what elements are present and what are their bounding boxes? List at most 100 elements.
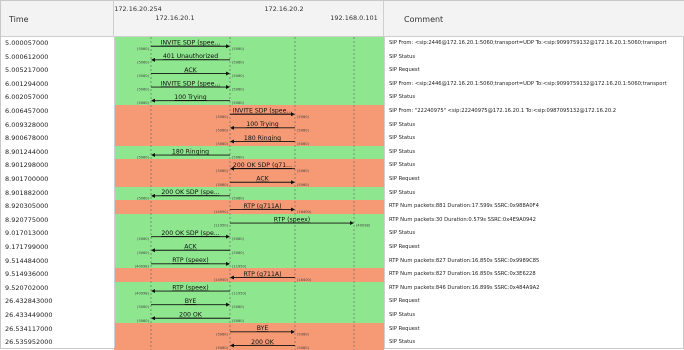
source-port-label: (5060) bbox=[216, 115, 229, 119]
time-cell: 9.520702000 bbox=[5, 283, 49, 292]
comment-column-header[interactable]: Comment bbox=[384, 1, 684, 37]
message-label: INVITE SDP (spee... bbox=[233, 108, 293, 115]
flow-column-header[interactable]: 172.16.20.254 172.16.20.1 172.16.20.2 19… bbox=[114, 1, 384, 37]
source-port-label: (5060) bbox=[297, 346, 310, 350]
destination-port-label: (5060) bbox=[137, 196, 150, 200]
time-cell: 6.006457000 bbox=[5, 107, 49, 115]
host-label-2: 172.16.20.1 bbox=[155, 14, 195, 22]
arrow-head-icon bbox=[226, 85, 230, 90]
column-divider[interactable] bbox=[114, 37, 115, 348]
host-label-1: 172.16.20.254 bbox=[114, 5, 162, 13]
flow-arrow[interactable]: RTP (speex) (11950) (40098) bbox=[214, 216, 371, 227]
time-cell: 9.017013000 bbox=[5, 229, 49, 238]
source-port-label: (5060) bbox=[232, 156, 245, 160]
flow-arrow[interactable]: INVITE SDP (spee... (5060) (5060) bbox=[137, 40, 245, 51]
time-cell: 26.433449000 bbox=[5, 311, 53, 319]
destination-port-label: (40098) bbox=[135, 292, 150, 296]
source-port-label: (5060) bbox=[137, 305, 150, 309]
time-cell: 26.432843000 bbox=[5, 297, 53, 306]
comment-cell: SIP Request bbox=[389, 298, 420, 305]
time-cell: 8.901700000 bbox=[5, 175, 49, 183]
time-cell: 8.920775000 bbox=[5, 215, 49, 224]
comment-cell: SIP From: <sip:2446@172.16.20.1:5060;tra… bbox=[389, 80, 667, 87]
destination-port-label: (5060) bbox=[232, 47, 245, 51]
source-port-label: (5060) bbox=[137, 88, 150, 92]
time-cell: 6.001294000 bbox=[5, 79, 49, 88]
comment-cell: SIP Status bbox=[389, 121, 416, 128]
comment-cell: RTP Num packets:827 Duration:16.850s SSR… bbox=[389, 257, 540, 264]
comment-cell: SIP From: <sip:2446@172.16.20.1:5060;tra… bbox=[389, 40, 667, 46]
comment-cell: SIP Status bbox=[389, 339, 416, 346]
flow-arrow[interactable]: 200 OK (5060) (5060) bbox=[137, 312, 245, 323]
flow-arrow[interactable]: INVITE SDP (spee... (5060) (5060) bbox=[137, 80, 245, 91]
comment-cell: RTP Num packets:846 Duration:16.899s SSR… bbox=[389, 284, 540, 291]
source-port-label: (5060) bbox=[232, 60, 245, 64]
message-label: 200 OK SDP (g71... bbox=[233, 162, 292, 169]
destination-port-label: (5060) bbox=[216, 169, 229, 173]
message-label: 200 OK bbox=[251, 339, 275, 346]
arrow-head-icon bbox=[350, 221, 354, 226]
flow-arrow[interactable]: 401 Unauthorized (5060) (5060) bbox=[137, 53, 245, 64]
column-divider[interactable] bbox=[384, 37, 385, 348]
comment-cell: SIP From: "22240975" <sip:22240975@172.1… bbox=[389, 108, 617, 114]
comment-cell: SIP Status bbox=[389, 94, 416, 101]
message-label: RTP (speex) bbox=[274, 216, 310, 223]
destination-port-label: (5060) bbox=[137, 319, 150, 323]
time-column-header[interactable]: Time bbox=[1, 1, 114, 37]
time-cell: 8.901244000 bbox=[5, 147, 49, 156]
message-label: ACK bbox=[256, 176, 269, 183]
arrow-head-icon bbox=[226, 71, 230, 76]
flow-arrow[interactable]: ACK (5060) (5060) bbox=[137, 244, 245, 255]
arrow-head-icon bbox=[151, 98, 155, 103]
destination-port-label: (5060) bbox=[297, 183, 310, 187]
time-cell: 5.005217000 bbox=[5, 66, 49, 75]
flow-arrow[interactable]: 100 Trying (5060) (5060) bbox=[137, 94, 245, 105]
flow-arrow[interactable]: 200 OK (5060) (5060) bbox=[216, 339, 310, 350]
flow-arrow[interactable]: 180 Ringing (5060) (5060) bbox=[216, 135, 310, 146]
comment-cell: RTP Num packets:30 Duration:0.579s SSRC:… bbox=[389, 216, 536, 223]
time-cell: 8.901298000 bbox=[5, 161, 49, 170]
message-label: 180 Ringing bbox=[244, 135, 281, 142]
arrow-head-icon bbox=[151, 193, 155, 198]
time-cell: 8.901882000 bbox=[5, 188, 49, 197]
message-label: RTP (g711A) bbox=[243, 271, 281, 278]
time-cell: 26.534117000 bbox=[5, 324, 53, 333]
flow-arrow[interactable]: 200 OK SDP (spe... (5060) (5060) bbox=[137, 189, 245, 200]
comment-cell: SIP Request bbox=[389, 325, 420, 332]
destination-port-label: (5060) bbox=[216, 346, 229, 350]
message-label: BYE bbox=[185, 298, 197, 305]
flow-arrow[interactable]: ACK (5060) (5060) bbox=[137, 67, 245, 78]
time-cell: 5.000612000 bbox=[5, 52, 49, 61]
message-label: ACK bbox=[184, 67, 197, 74]
arrow-head-icon bbox=[226, 261, 230, 266]
time-cell: 6.009328000 bbox=[5, 120, 49, 129]
source-port-label: (5060) bbox=[232, 251, 245, 255]
flow-arrow[interactable]: 200 OK SDP (g71... (5060) (5060) bbox=[216, 162, 310, 173]
message-label: RTP (speex) bbox=[172, 284, 208, 291]
arrow-head-icon bbox=[291, 180, 295, 185]
destination-port-label: (11950) bbox=[232, 264, 247, 268]
destination-port-label: (5060) bbox=[216, 128, 229, 132]
destination-port-label: (5060) bbox=[232, 88, 245, 92]
message-label: 200 OK SDP (spe... bbox=[161, 230, 219, 237]
source-port-label: (11950) bbox=[214, 224, 229, 228]
flow-arrow[interactable]: RTP (g711A) (14950) (16400) bbox=[214, 203, 312, 214]
message-label: 401 Unauthorized bbox=[163, 53, 218, 60]
arrow-head-icon bbox=[226, 44, 230, 49]
comment-cell: SIP Status bbox=[389, 230, 416, 237]
time-cell: 5.000057000 bbox=[5, 39, 49, 47]
comment-cell: RTP Num packets:827 Duration:16.850s SSR… bbox=[389, 271, 536, 278]
flow-arrow[interactable]: 180 Ringing (5060) (5060) bbox=[137, 148, 245, 159]
flow-arrow[interactable]: 200 OK SDP (spe... (5060) (5060) bbox=[137, 230, 245, 241]
destination-port-label: (5060) bbox=[297, 332, 310, 336]
source-port-label: (5060) bbox=[137, 74, 150, 78]
arrow-head-icon bbox=[226, 234, 230, 239]
destination-port-label: (5060) bbox=[137, 156, 150, 160]
message-label: 200 OK bbox=[179, 312, 203, 319]
arrow-head-icon bbox=[230, 139, 234, 144]
flow-arrow[interactable]: BYE (5060) (5060) bbox=[137, 298, 245, 309]
comment-cell: SIP Status bbox=[389, 312, 416, 318]
flow-arrow[interactable]: RTP (g711A) (16400) (14950) bbox=[214, 271, 312, 282]
comment-cell: SIP Status bbox=[389, 189, 416, 196]
arrow-head-icon bbox=[151, 248, 155, 253]
